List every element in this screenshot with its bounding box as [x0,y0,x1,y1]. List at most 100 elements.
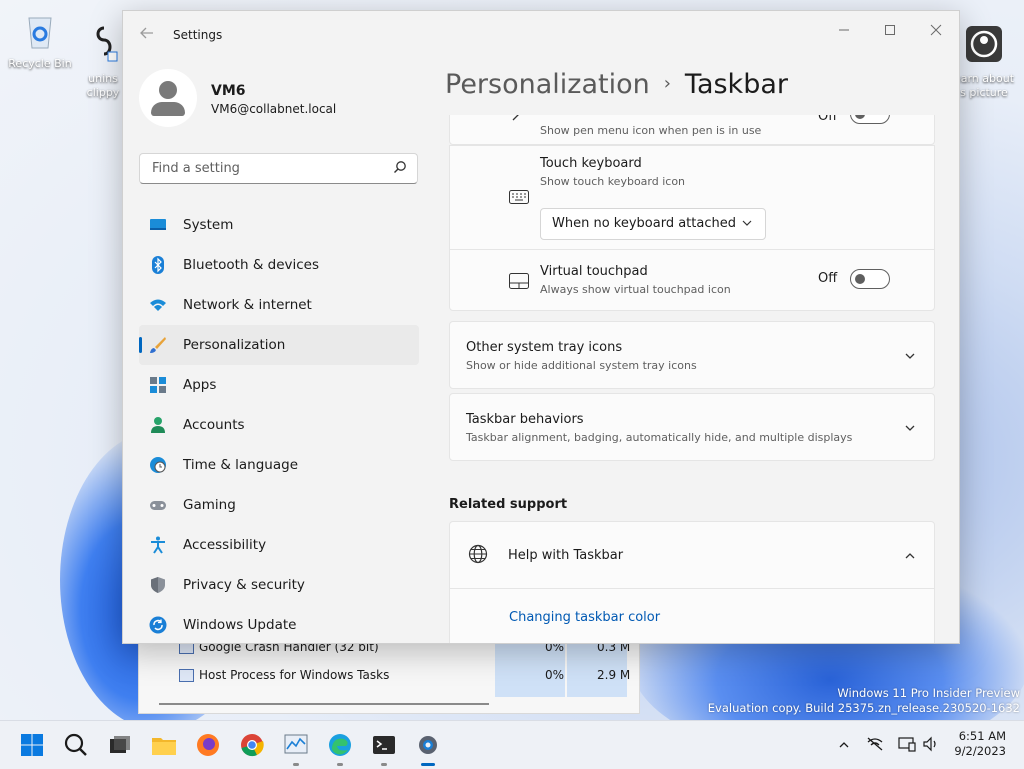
pen-menu-toggle[interactable] [850,115,890,124]
sidebar-item-label: Gaming [183,497,236,513]
page-title: Taskbar [684,69,788,100]
learn-about-picture-icon [966,26,1002,62]
shield-icon [151,577,165,593]
pen-icon [512,115,519,121]
process-name: Host Process for Windows Tasks [199,668,390,682]
clippy-icon [96,26,118,62]
sidebar-item-personalization[interactable]: Personalization [139,325,419,365]
sidebar-item-gaming[interactable]: Gaming [139,485,419,525]
setting-subtitle: Show pen menu icon when pen is in use [540,124,762,137]
back-arrow-icon [140,27,153,39]
setting-subtitle: Show or hide additional system tray icon… [466,359,697,372]
virtual-touchpad-toggle[interactable] [850,269,890,289]
recycle-bin-icon [28,17,52,49]
toggle-state-label: Off [818,271,838,286]
sidebar-item-label: Windows Update [183,617,297,633]
avatar-body [151,102,185,116]
sidebar-item-windows-update[interactable]: Windows Update [139,605,419,643]
accessibility-icon [151,536,165,554]
network-disconnected-icon[interactable] [866,736,884,752]
touch-keyboard-dropdown[interactable]: When no keyboard attached [540,208,766,240]
update-icon [149,616,167,634]
sidebar-item-label: Time & language [183,457,299,473]
chevron-up-icon[interactable] [838,739,850,751]
running-indicator [337,763,343,766]
running-indicator [381,763,387,766]
close-button[interactable] [913,17,959,47]
sidebar-item-apps[interactable]: Apps [139,365,419,405]
search-icon[interactable] [62,731,90,759]
toggle-knob [855,274,865,284]
search-box[interactable] [139,153,418,184]
breadcrumb-parent[interactable]: Personalization [445,69,650,100]
keyboard-icon [509,190,529,204]
sidebar-item-accessibility[interactable]: Accessibility [139,525,419,565]
table-row[interactable]: Host Process for Windows Tasks 0% 2.9 M [139,661,639,689]
settings-window: Settings VM6 VM6@collabnet.local System … [122,10,960,644]
globe-icon [468,544,488,564]
apps-icon [150,377,166,393]
help-card-taskbar: Help with Taskbar Changing taskbar color [449,521,935,643]
gamepad-icon [150,501,166,510]
user-email: VM6@collabnet.local [211,102,337,116]
setting-subtitle: Show touch keyboard icon [540,175,686,188]
minimize-icon [839,29,849,31]
sidebar-item-label: System [183,217,234,233]
edge-icon[interactable] [326,731,354,759]
sidebar-item-label: Network & internet [183,297,312,313]
setting-title: Taskbar behaviors [466,412,584,427]
clock[interactable]: 6:51 AM 9/2/2023 [954,729,1006,759]
sidebar-item-accounts[interactable]: Accounts [139,405,419,445]
system-icon [150,219,166,230]
title-bar[interactable]: Settings [123,11,959,57]
chevron-down-icon [905,353,915,359]
avatar[interactable] [139,69,197,127]
start-icon[interactable] [18,731,46,759]
touchpad-icon [509,273,529,289]
settings-gear-icon[interactable] [414,731,442,759]
sidebar-item-network[interactable]: Network & internet [139,285,419,325]
clock-date: 9/2/2023 [954,744,1006,758]
volume-icon[interactable] [922,736,940,752]
brush-icon [150,337,166,353]
performance-monitor-icon[interactable] [282,731,310,759]
chevron-up-icon[interactable] [904,550,916,562]
file-explorer-icon[interactable] [150,731,178,759]
setting-card-touch-keyboard: Touch keyboard Show touch keyboard icon … [449,145,935,251]
taskbar: 6:51 AM 9/2/2023 [0,720,1024,769]
minimize-button[interactable] [821,17,867,47]
setting-card-taskbar-behaviors[interactable]: Taskbar behaviors Taskbar alignment, bad… [449,393,935,461]
setting-card-other-tray-icons[interactable]: Other system tray icons Show or hide add… [449,321,935,389]
sidebar-item-privacy-security[interactable]: Privacy & security [139,565,419,605]
watermark-line: Evaluation copy. Build 25375.zn_release.… [707,701,1020,715]
active-app-indicator [421,763,435,766]
sidebar-item-label: Privacy & security [183,577,305,593]
maximize-button[interactable] [867,17,913,47]
sidebar-item-label: Accessibility [183,537,267,553]
toggle-state-label: Off [818,115,838,124]
back-button[interactable] [139,25,157,43]
evaluation-watermark: Windows 11 Pro Insider Preview Evaluatio… [708,686,1020,716]
terminal-icon[interactable] [370,731,398,759]
chrome-icon[interactable] [238,731,266,759]
setting-subtitle: Taskbar alignment, badging, automaticall… [466,431,853,444]
active-indicator [139,337,142,353]
search-input[interactable] [150,160,384,177]
search-icon[interactable] [393,160,407,174]
task-view-icon[interactable] [106,731,134,759]
chevron-right-icon: › [663,73,671,94]
setting-card-virtual-touchpad[interactable]: Virtual touchpad Always show virtual tou… [449,249,935,311]
horizontal-scrollbar[interactable] [159,703,489,705]
chevron-down-icon [905,425,915,431]
sidebar-item-time-language[interactable]: Time & language [139,445,419,485]
dropdown-value: When no keyboard attached [552,216,736,231]
firefox-icon[interactable] [194,731,222,759]
sidebar-item-bluetooth[interactable]: Bluetooth & devices [139,245,419,285]
toggle-knob [855,115,865,119]
setting-card-pen-menu[interactable]: Show pen menu icon when pen is in use Of… [449,115,935,145]
help-card-header[interactable]: Help with Taskbar [450,522,934,589]
help-link-changing-taskbar-color[interactable]: Changing taskbar color [509,610,660,625]
display-icon[interactable] [898,736,916,752]
chevron-down-icon [742,220,752,226]
sidebar-item-system[interactable]: System [139,205,419,245]
